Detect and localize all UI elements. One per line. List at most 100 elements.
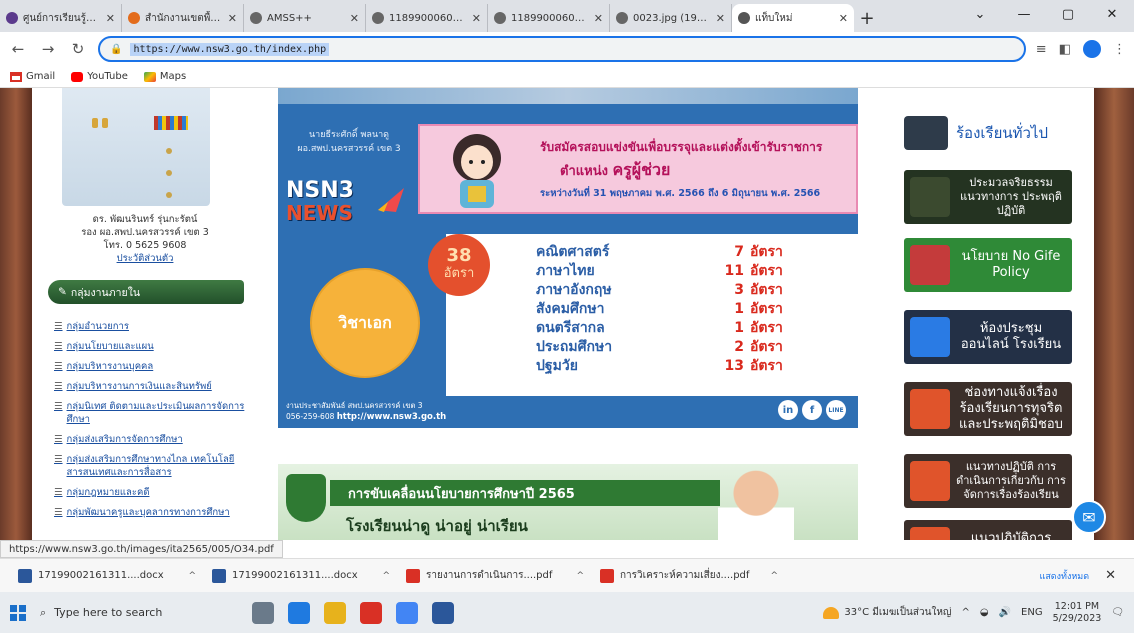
new-tab-button[interactable]: +: [854, 4, 880, 32]
close-tab-icon[interactable]: ✕: [594, 12, 603, 25]
browser-tab[interactable]: 1189900060854 ✕: [366, 4, 488, 32]
bullet-icon: ☰: [54, 341, 63, 352]
back-icon[interactable]: ←: [8, 40, 28, 58]
download-item[interactable]: 17199002161311....docx ^: [212, 568, 390, 583]
bookmark-youtube[interactable]: YouTube: [71, 71, 128, 82]
subject-count: 3: [734, 281, 744, 298]
taskbar-app-icon[interactable]: [396, 601, 418, 624]
profile-avatar[interactable]: [1083, 40, 1101, 58]
right-link-button[interactable]: นโยบาย No Gife Policy: [904, 238, 1072, 292]
download-item[interactable]: 17199002161311....docx ^: [18, 568, 196, 583]
bookmarks-bar: Gmail YouTube Maps: [0, 66, 1134, 88]
group-link[interactable]: ☰ กลุ่มนิเทศ ติดตามและประเมินผลการจัดการศ…: [54, 400, 250, 426]
chevron-up-icon[interactable]: ^: [382, 571, 390, 581]
tab-search-icon[interactable]: ⌄: [958, 0, 1002, 28]
url-text[interactable]: https://www.nsw3.go.th/index.php: [130, 42, 330, 56]
taskbar-app-icon[interactable]: [360, 601, 382, 624]
tab-title: สำนักงานเขตพื้นที่ฯ: [145, 12, 223, 24]
taskbar-app-icon[interactable]: [432, 601, 454, 624]
subject-row: ภาษาไทย 11 อัตรา: [536, 261, 836, 280]
right-link-button[interactable]: ช่องทางแจ้งเรื่อง ร้องเรียนการทุจริต และ…: [904, 382, 1072, 436]
banner-footer: งานประชาสัมพันธ์ สพป.นครสวรรค์ เขต 3 056…: [286, 400, 446, 423]
maximize-icon[interactable]: ▢: [1046, 0, 1090, 28]
browser-tab[interactable]: AMSS++ ✕: [244, 4, 366, 32]
close-tab-icon[interactable]: ✕: [350, 12, 359, 25]
system-tray: 33°C มีเมฆเป็นส่วนใหญ่ ^ ◒ 🔊 ENG 12:01 P…: [823, 601, 1124, 625]
line-icon[interactable]: LINE: [826, 400, 846, 420]
group-link[interactable]: ☰ กลุ่มนโยบายและแผน: [54, 340, 250, 353]
right-link-button[interactable]: ประมวลจริยธรรม แนวทางการ ประพฤติปฏิบัติ: [904, 170, 1072, 224]
right-link-button[interactable]: แนวทางปฏิบัติ การดำเนินการเกี่ยวกับ การจ…: [904, 454, 1072, 508]
address-bar[interactable]: 🔒 https://www.nsw3.go.th/index.php: [98, 36, 1026, 62]
download-items: 17199002161311....docx ^ 17199002161311...…: [18, 568, 778, 583]
language-indicator[interactable]: ENG: [1021, 607, 1043, 618]
bookmark-label: Gmail: [26, 71, 56, 82]
side-panel-icon[interactable]: ◧: [1059, 42, 1071, 57]
taskbar-app-icon[interactable]: [252, 601, 274, 624]
policy-banner[interactable]: การขับเคลื่อนนโยบายการศึกษาปี 2565 โรงเร…: [278, 464, 858, 540]
chevron-up-icon[interactable]: ^: [576, 571, 584, 581]
windows-start-icon[interactable]: [10, 604, 26, 621]
taskbar-app-icon[interactable]: [288, 601, 310, 624]
tray-chevron-icon[interactable]: ^: [961, 607, 969, 618]
right-link-button[interactable]: แนวปฏิบัติการจัดการ: [904, 520, 1072, 540]
browser-tab[interactable]: สำนักงานเขตพื้นที่ฯ ✕: [122, 4, 244, 32]
group-link[interactable]: ☰ กลุ่มพัฒนาครูและบุคลากรทางการศึกษา: [54, 506, 250, 519]
taskbar-app-icon[interactable]: [324, 601, 346, 624]
notifications-icon[interactable]: 🗨: [1111, 607, 1124, 618]
reload-icon[interactable]: ↻: [68, 40, 88, 58]
taskbar-search[interactable]: ⌕ Type here to search: [34, 600, 184, 626]
group-link[interactable]: ☰ กลุ่มส่งเสริมการศึกษาทางไกล เทคโนโลยีสา…: [54, 453, 250, 479]
weather-widget[interactable]: 33°C มีเมฆเป็นส่วนใหญ่: [823, 605, 951, 620]
group-link[interactable]: ☰ กลุ่มกฎหมายและคดี: [54, 486, 250, 499]
rocket-icon: [378, 188, 404, 212]
chevron-up-icon[interactable]: ^: [188, 571, 196, 581]
close-downloads-icon[interactable]: ✕: [1105, 568, 1116, 583]
close-tab-icon[interactable]: ✕: [106, 12, 115, 25]
close-window-icon[interactable]: ✕: [1090, 0, 1134, 28]
history-link[interactable]: ประวัติส่วนตัว: [40, 252, 250, 265]
minimize-icon[interactable]: —: [1002, 0, 1046, 28]
downloads-bar: 17199002161311....docx ^ 17199002161311...…: [0, 558, 1134, 592]
bullet-icon: ☰: [54, 361, 63, 372]
group-link[interactable]: ☰ กลุ่มอำนวยการ: [54, 320, 250, 333]
forward-icon[interactable]: →: [38, 40, 58, 58]
right-link-button[interactable]: ห้องประชุมออนไลน์ โรงเรียน: [904, 310, 1072, 364]
close-tab-icon[interactable]: ✕: [228, 12, 237, 25]
menu-icon[interactable]: ⋮: [1113, 42, 1126, 57]
clock[interactable]: 12:01 PM 5/29/2023: [1053, 601, 1102, 625]
bookmark-gmail[interactable]: Gmail: [10, 71, 55, 82]
favicon-icon: [128, 12, 140, 24]
close-tab-icon[interactable]: ✕: [472, 12, 481, 25]
download-item[interactable]: รายงานการดำเนินการ....pdf ^: [406, 568, 584, 583]
messenger-chat-icon[interactable]: ✉: [1072, 500, 1106, 534]
recruitment-banner[interactable]: นายธีระศักดิ์ พลนาดู ผอ.สพป.นครสวรรค์ เข…: [278, 88, 858, 428]
announcement-headline: รับสมัครสอบแข่งขันเพื่อบรรจุและแต่งตั้งเ…: [540, 140, 823, 154]
total-count: 38: [446, 245, 472, 266]
bookmark-maps[interactable]: Maps: [143, 71, 186, 82]
network-icon[interactable]: ◒: [980, 607, 989, 618]
major-badge: วิชาเอก: [310, 268, 420, 378]
linkedin-icon[interactable]: in: [778, 400, 798, 420]
social-links: in f LINE: [778, 400, 846, 420]
close-tab-icon[interactable]: ✕: [716, 12, 725, 25]
show-all-downloads[interactable]: แสดงทั้งหมด: [1040, 569, 1090, 583]
group-link[interactable]: ☰ กลุ่มส่งเสริมการจัดการศึกษา: [54, 433, 250, 446]
browser-tab[interactable]: 1189900060854 ✕: [488, 4, 610, 32]
browser-tab[interactable]: แท็บใหม่ ✕: [732, 4, 854, 32]
complaint-header[interactable]: ร้องเรียนทั่วไป: [904, 116, 1072, 150]
lock-icon[interactable]: 🔒: [110, 44, 122, 55]
group-link[interactable]: ☰ กลุ่มบริหารงานการเงินและสินทรัพย์: [54, 380, 250, 393]
favicon-icon: [372, 12, 384, 24]
reading-list-icon[interactable]: ≡: [1036, 42, 1047, 57]
browser-tab[interactable]: ศูนย์การเรียนรู้สาระ ✕: [0, 4, 122, 32]
wood-border-left: [0, 88, 32, 540]
download-item[interactable]: การวิเคราะห์ความเสี่ยง....pdf ^: [600, 568, 778, 583]
group-link[interactable]: ☰ กลุ่มบริหารงานบุคคล: [54, 360, 250, 373]
chevron-up-icon[interactable]: ^: [770, 571, 778, 581]
close-tab-icon[interactable]: ✕: [839, 12, 848, 25]
volume-icon[interactable]: 🔊: [999, 607, 1011, 618]
facebook-icon[interactable]: f: [802, 400, 822, 420]
total-positions-badge: 38 อัตรา: [428, 234, 490, 296]
browser-tab[interactable]: 0023.jpg (1920× ✕: [610, 4, 732, 32]
